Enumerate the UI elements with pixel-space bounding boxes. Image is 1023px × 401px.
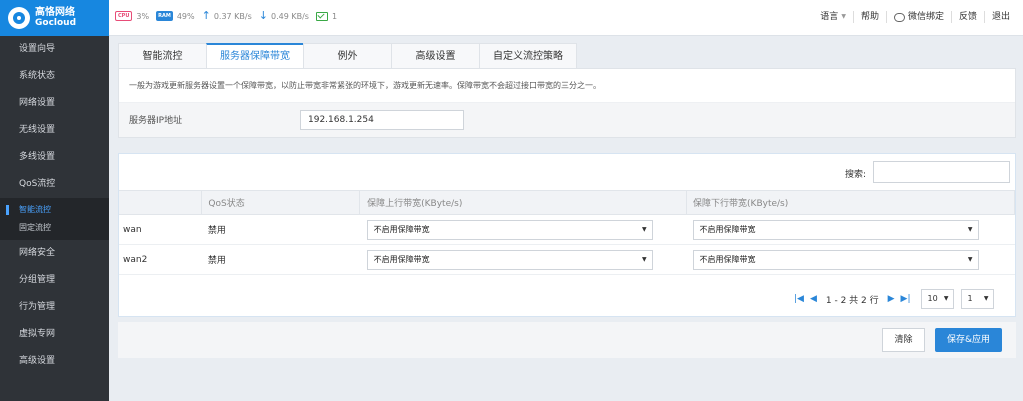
server-ip-row: 服务器IP地址	[119, 103, 1015, 137]
language-menu[interactable]: 语言 ▼	[813, 11, 853, 23]
sidebar-item-advanced-settings[interactable]: 高级设置	[0, 348, 109, 375]
brand-logo[interactable]: 高恪网络 Gocloud	[0, 0, 109, 36]
pagination: |◀ ◀ 1 - 2 共 2 行 ▶ ▶| 10 1	[791, 289, 994, 309]
cpu-icon: CPU	[115, 11, 133, 21]
download-value: 0.49 KB/s	[270, 11, 309, 21]
sidebar: 设置向导 系统状态 网络设置 无线设置 多线设置 QoS流控 智能流控 固定流控…	[0, 36, 109, 401]
tab-exceptions[interactable]: 例外	[303, 43, 392, 69]
download-stat: ↓ 0.49 KB/s	[258, 9, 309, 22]
pagination-info: 1 - 2 共 2 行	[825, 295, 879, 306]
chevron-down-icon: ▼	[841, 13, 846, 20]
search-label: 搜索:	[845, 170, 867, 180]
server-ip-input[interactable]	[300, 110, 464, 130]
qos-submenu: 智能流控 固定流控	[0, 198, 109, 240]
sidebar-item-qos[interactable]: QoS流控	[0, 171, 109, 198]
sidebar-subitem-smart-qos[interactable]: 智能流控	[0, 201, 109, 219]
ram-value: 49%	[176, 11, 195, 21]
status-stats: CPU 3% RAM 49% ↑ 0.37 KB/s ↓ 0.49 KB/s 1	[115, 9, 344, 22]
search-input[interactable]	[873, 161, 1010, 183]
brand-name-en: Gocloud	[35, 18, 77, 28]
table-row: wan 禁用 不启用保障带宽 不启用保障带宽	[119, 214, 1015, 245]
download-arrow-icon: ↓	[258, 9, 268, 22]
header-interface	[119, 190, 203, 215]
top-bar: 高恪网络 Gocloud CPU 3% RAM 49% ↑ 0.37 KB/s …	[0, 0, 1023, 36]
last-page-icon[interactable]: ▶|	[901, 294, 911, 304]
tab-server-guarantee-bandwidth[interactable]: 服务器保障带宽	[206, 43, 304, 69]
sidebar-item-multi-line[interactable]: 多线设置	[0, 144, 109, 171]
cpu-stat: CPU 3%	[115, 11, 149, 21]
action-bar: 清除 保存&应用	[118, 322, 1016, 358]
brand-name-cn: 高恪网络	[35, 7, 75, 18]
first-page-icon[interactable]: |◀	[794, 294, 804, 304]
upload-arrow-icon: ↑	[201, 9, 211, 22]
upload-bandwidth-select[interactable]: 不启用保障带宽	[366, 249, 653, 270]
download-bandwidth-select[interactable]: 不启用保障带宽	[692, 219, 979, 240]
download-bandwidth-select[interactable]: 不启用保障带宽	[692, 249, 979, 270]
tab-advanced-settings[interactable]: 高级设置	[391, 43, 480, 69]
cpu-value: 3%	[136, 11, 150, 21]
ram-icon: RAM	[156, 11, 173, 21]
wechat-bind-link[interactable]: 微信绑定	[885, 11, 951, 23]
wechat-bind-label: 微信绑定	[907, 12, 944, 22]
tab-custom-qos-policy[interactable]: 自定义流控策略	[479, 43, 577, 69]
row-qos-status: 禁用	[201, 214, 360, 245]
table-row: wan2 禁用 不启用保障带宽 不启用保障带宽	[119, 244, 1015, 275]
online-devices-icon	[315, 11, 328, 21]
language-label: 语言	[820, 12, 839, 22]
sidebar-item-setup-wizard[interactable]: 设置向导	[0, 36, 109, 63]
server-ip-label: 服务器IP地址	[129, 116, 183, 126]
sidebar-subitem-fixed-qos[interactable]: 固定流控	[0, 219, 109, 237]
tab-smart-qos[interactable]: 智能流控	[118, 43, 207, 69]
top-links: 语言 ▼ 帮助 微信绑定 反馈 退出	[813, 11, 1017, 23]
header-download-bandwidth: 保障下行带宽(KByte/s)	[686, 190, 1015, 215]
sidebar-item-group-management[interactable]: 分组管理	[0, 267, 109, 294]
clear-button[interactable]: 清除	[882, 328, 925, 352]
header-upload-bandwidth: 保障上行带宽(KByte/s)	[359, 190, 688, 215]
page-size-select[interactable]: 10	[920, 289, 954, 309]
row-interface-name: wan	[119, 214, 202, 245]
header-qos-status: QoS状态	[201, 190, 361, 215]
ram-stat: RAM 49%	[156, 11, 195, 21]
online-stat[interactable]: 1	[315, 11, 338, 21]
sidebar-item-network-security[interactable]: 网络安全	[0, 240, 109, 267]
save-apply-button[interactable]: 保存&应用	[935, 328, 1002, 352]
logout-link[interactable]: 退出	[983, 11, 1017, 23]
feedback-link[interactable]: 反馈	[950, 11, 984, 23]
row-qos-status: 禁用	[201, 244, 360, 275]
row-interface-name: wan2	[119, 244, 202, 275]
upload-bandwidth-select[interactable]: 不启用保障带宽	[366, 219, 653, 240]
tab-bar: 智能流控 服务器保障带宽 例外 高级设置 自定义流控策略	[118, 43, 577, 69]
upload-stat: ↑ 0.37 KB/s	[201, 9, 252, 22]
table-header-row: QoS状态 保障上行带宽(KByte/s) 保障下行带宽(KByte/s)	[119, 190, 1015, 215]
sidebar-item-system-status[interactable]: 系统状态	[0, 63, 109, 90]
online-count: 1	[331, 11, 338, 21]
sidebar-item-vpn[interactable]: 虚拟专网	[0, 321, 109, 348]
bandwidth-table: QoS状态 保障上行带宽(KByte/s) 保障下行带宽(KByte/s) wa…	[119, 190, 1015, 275]
notice-text: 一般为游戏更新服务器设置一个保障带宽，以防止带宽非常紧张的环境下，游戏更新无速率…	[119, 69, 1015, 103]
upload-value: 0.37 KB/s	[213, 11, 252, 21]
prev-page-icon[interactable]: ◀	[810, 294, 817, 304]
sidebar-item-behavior-management[interactable]: 行为管理	[0, 294, 109, 321]
bandwidth-table-panel: 搜索: QoS状态 保障上行带宽(KByte/s) 保障下行带宽(KByte/s…	[118, 153, 1016, 317]
sidebar-item-wireless-settings[interactable]: 无线设置	[0, 117, 109, 144]
wechat-icon	[893, 12, 905, 22]
help-link[interactable]: 帮助	[852, 11, 886, 23]
next-page-icon[interactable]: ▶	[888, 294, 895, 304]
gocloud-logo-icon	[8, 7, 30, 29]
page-number-select[interactable]: 1	[960, 289, 994, 309]
settings-panel: 一般为游戏更新服务器设置一个保障带宽，以防止带宽非常紧张的环境下，游戏更新无速率…	[118, 68, 1016, 138]
sidebar-item-network-settings[interactable]: 网络设置	[0, 90, 109, 117]
